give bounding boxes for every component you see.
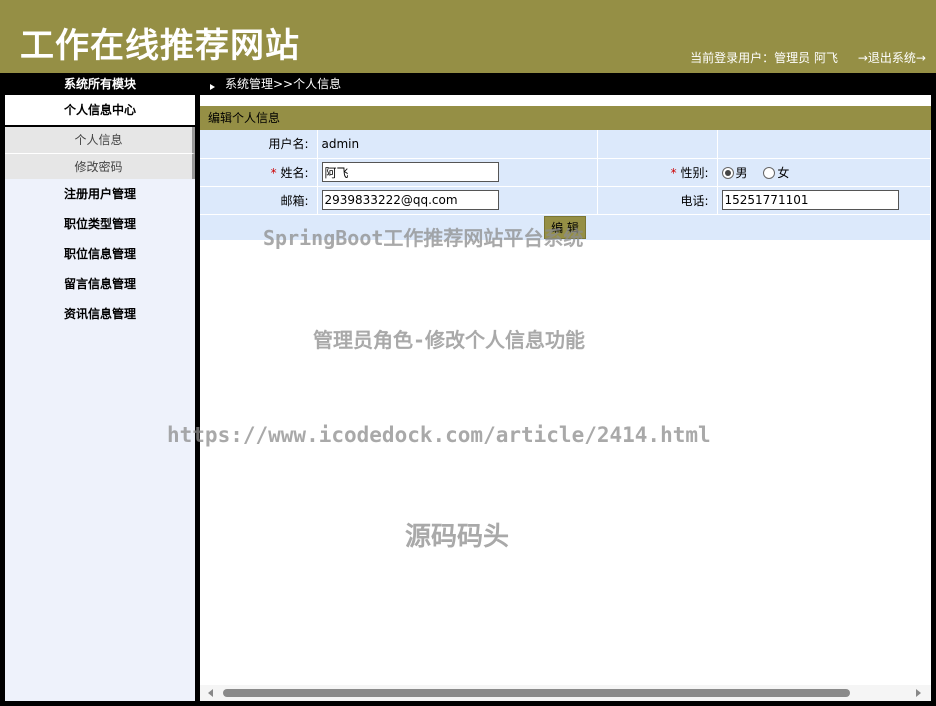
- gender-female-label: 女: [777, 165, 790, 180]
- gender-female-option[interactable]: 女: [763, 164, 789, 181]
- email-label: 邮箱:: [200, 186, 318, 215]
- gender-male-option[interactable]: 男: [721, 164, 748, 181]
- required-mark: *: [270, 165, 277, 180]
- scrollbar-thumb[interactable]: [223, 689, 850, 697]
- email-input[interactable]: [321, 190, 499, 210]
- breadcrumb-text: 系统管理>>个人信息: [225, 77, 342, 91]
- sidebar-menu-list: 注册用户管理 职位类型管理 职位信息管理 留言信息管理 资讯信息管理: [5, 179, 195, 329]
- logout-link[interactable]: →退出系统→: [858, 49, 926, 66]
- gender-label: 性别:: [680, 165, 709, 180]
- main-panel: 编辑个人信息 用户名: admin * 姓名: * 性别: 男 女 邮箱:: [200, 95, 931, 701]
- form-row-email-phone: 邮箱: 电话:: [200, 186, 931, 215]
- gender-female-radio[interactable]: [763, 167, 776, 179]
- name-input-cell: [317, 158, 598, 187]
- scroll-right-arrow-icon[interactable]: [916, 689, 921, 697]
- name-label: 姓名:: [280, 165, 309, 180]
- gender-label-cell: * 性别:: [597, 158, 718, 187]
- sidebar-item-job-types[interactable]: 职位类型管理: [5, 209, 195, 239]
- empty-label-cell: [597, 130, 718, 159]
- app-window: 工作在线推荐网站 当前登录用户：管理员 阿飞 →退出系统→ 系统所有模块 系统管…: [0, 0, 936, 706]
- empty-value-cell: [717, 130, 931, 159]
- phone-label: 电话:: [597, 186, 718, 215]
- name-label-cell: * 姓名:: [200, 158, 318, 187]
- form-row-username: 用户名: admin: [200, 130, 931, 159]
- watermark-title: SpringBoot工作推荐网站平台系统: [263, 226, 584, 250]
- phone-input[interactable]: [721, 190, 899, 210]
- watermark-subtitle: 管理员角色-修改个人信息功能: [313, 328, 586, 352]
- watermark-brand: 源码码头: [405, 522, 510, 552]
- panel-title: 编辑个人信息: [200, 106, 931, 130]
- current-user-text: 当前登录用户：管理员 阿飞: [690, 51, 838, 65]
- gender-male-label: 男: [735, 165, 748, 180]
- sidebar-subitem-personal-info[interactable]: 个人信息: [5, 127, 195, 153]
- gender-male-radio[interactable]: [721, 167, 734, 179]
- watermark-url: https://www.icodedock.com/article/2414.h…: [167, 423, 711, 447]
- sidebar-subitem-change-password[interactable]: 修改密码: [5, 153, 195, 179]
- username-value: admin: [317, 130, 598, 159]
- email-input-cell: [317, 186, 598, 215]
- top-header: 工作在线推荐网站 当前登录用户：管理员 阿飞 →退出系统→: [0, 0, 936, 73]
- name-input[interactable]: [321, 162, 499, 182]
- sidebar-item-messages[interactable]: 留言信息管理: [5, 269, 195, 299]
- sidebar-item-registered-users[interactable]: 注册用户管理: [5, 179, 195, 209]
- phone-input-cell: [717, 186, 931, 215]
- site-title: 工作在线推荐网站: [20, 26, 300, 66]
- sidebar: 个人信息中心 个人信息 修改密码 注册用户管理 职位类型管理 职位信息管理 留言…: [5, 95, 195, 701]
- sidebar-item-job-info[interactable]: 职位信息管理: [5, 239, 195, 269]
- gender-radio-cell: 男 女: [717, 158, 931, 187]
- username-label: 用户名:: [200, 130, 318, 159]
- form-row-name-gender: * 姓名: * 性别: 男 女: [200, 158, 931, 187]
- breadcrumb: 系统管理>>个人信息: [205, 73, 341, 95]
- sidebar-group-personal-info[interactable]: 个人信息中心: [5, 95, 195, 127]
- sidebar-item-news[interactable]: 资讯信息管理: [5, 299, 195, 329]
- horizontal-scrollbar[interactable]: [200, 685, 931, 701]
- required-mark: *: [670, 165, 677, 180]
- scroll-left-arrow-icon[interactable]: [208, 689, 213, 697]
- sidebar-title: 系统所有模块: [63, 77, 136, 91]
